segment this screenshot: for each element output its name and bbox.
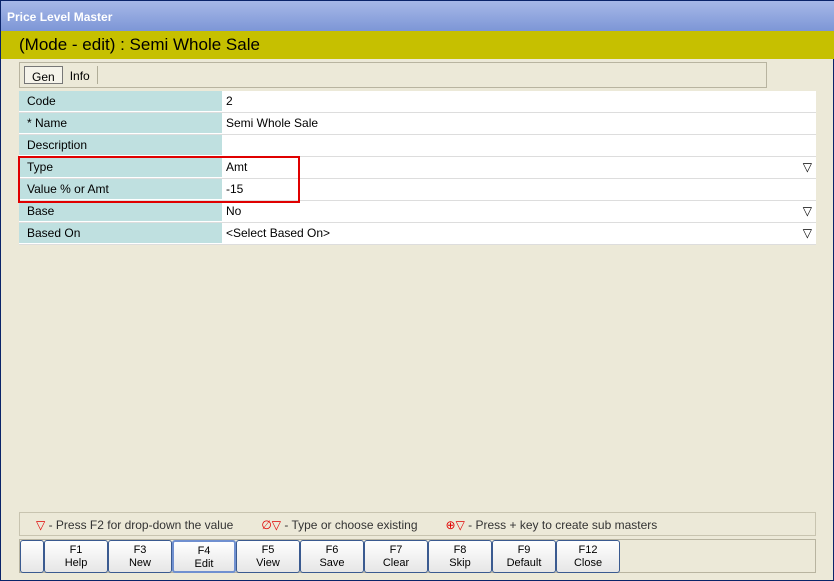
- value-or-amt-input[interactable]: -15: [222, 179, 816, 200]
- legend-text: - Press F2 for drop-down the value: [45, 518, 234, 532]
- fkey-skip-button[interactable]: F8 Skip: [428, 540, 492, 573]
- description-input[interactable]: [222, 135, 816, 156]
- legend-icon: ⊕▽: [445, 518, 465, 532]
- fkey-blank[interactable]: [20, 540, 44, 573]
- fkey-label: Skip: [449, 557, 471, 569]
- base-input[interactable]: No ▽: [222, 201, 816, 222]
- field-label: Description: [19, 135, 222, 156]
- dropdown-arrow-icon[interactable]: ▽: [803, 226, 812, 240]
- fkey-close-button[interactable]: F12 Close: [556, 540, 620, 573]
- field-row-based-on: Based On <Select Based On> ▽: [19, 223, 816, 245]
- legend-bar: ▽ - Press F2 for drop-down the value ∅▽ -…: [19, 512, 816, 536]
- field-label: Based On: [19, 223, 222, 244]
- field-label: Base: [19, 201, 222, 222]
- fkey-edit-button[interactable]: F4 Edit: [172, 540, 236, 573]
- field-value: No: [226, 204, 242, 218]
- legend-icon: ∅▽: [261, 518, 282, 532]
- legend-text: - Press + key to create sub masters: [464, 518, 658, 532]
- fkey-key: F1: [69, 544, 83, 556]
- fkey-key: F4: [197, 545, 211, 557]
- tab-bar: Gen Info: [19, 62, 767, 88]
- window-title: Price Level Master: [1, 1, 834, 31]
- type-input[interactable]: Amt ▽: [222, 157, 816, 178]
- field-label: * Name: [19, 113, 222, 134]
- field-row-name: * Name Semi Whole Sale: [19, 113, 816, 135]
- fkey-save-button[interactable]: F6 Save: [300, 540, 364, 573]
- fkey-label: View: [256, 557, 280, 569]
- fkey-key: F12: [578, 544, 598, 556]
- fkey-label: Edit: [194, 558, 214, 570]
- fkey-default-button[interactable]: F9 Default: [492, 540, 556, 573]
- fkey-label: Save: [319, 557, 345, 569]
- fkey-key: F3: [133, 544, 147, 556]
- fkey-key: F8: [453, 544, 467, 556]
- name-input[interactable]: Semi Whole Sale: [222, 113, 816, 134]
- fkey-label: New: [128, 557, 151, 569]
- legend-item: ∅▽ - Type or choose existing: [261, 518, 418, 532]
- field-row-description: Description: [19, 135, 816, 157]
- fkey-label: Default: [506, 557, 542, 569]
- legend-item: ▽ - Press F2 for drop-down the value: [36, 518, 234, 532]
- fkey-label: Help: [64, 557, 88, 569]
- field-label: Code: [19, 91, 222, 112]
- tab-gen[interactable]: Gen: [24, 66, 63, 84]
- field-value: Semi Whole Sale: [226, 116, 319, 130]
- fkey-new-button[interactable]: F3 New: [108, 540, 172, 573]
- fkey-label: Close: [573, 557, 603, 569]
- function-key-bar: F1 Help F3 New F4 Edit F5 View F6 Save F7 Clear F8 Sk…: [19, 539, 816, 573]
- highlight-box: [18, 156, 300, 203]
- field-value: <Select Based On>: [226, 226, 331, 240]
- fkey-key: F5: [261, 544, 275, 556]
- fkey-help-button[interactable]: F1 Help: [44, 540, 108, 573]
- legend-text: - Type or choose existing: [281, 518, 418, 532]
- fkey-clear-button[interactable]: F7 Clear: [364, 540, 428, 573]
- dropdown-arrow-icon[interactable]: ▽: [803, 160, 812, 174]
- field-row-code: Code 2: [19, 91, 816, 113]
- tab-info[interactable]: Info: [63, 66, 98, 84]
- fkey-key: F7: [389, 544, 403, 556]
- fkey-key: F6: [325, 544, 339, 556]
- fkey-view-button[interactable]: F5 View: [236, 540, 300, 573]
- dropdown-arrow-icon[interactable]: ▽: [803, 204, 812, 218]
- fkey-key: F9: [517, 544, 531, 556]
- mode-bar: (Mode - edit) : Semi Whole Sale: [1, 31, 834, 59]
- legend-item: ⊕▽ - Press + key to create sub masters: [445, 518, 658, 532]
- legend-icon: ▽: [36, 518, 46, 532]
- field-value: 2: [226, 94, 233, 108]
- fkey-label: Clear: [382, 557, 410, 569]
- based-on-input[interactable]: <Select Based On> ▽: [222, 223, 816, 244]
- field-row-base: Base No ▽: [19, 201, 816, 223]
- code-input[interactable]: 2: [222, 91, 816, 112]
